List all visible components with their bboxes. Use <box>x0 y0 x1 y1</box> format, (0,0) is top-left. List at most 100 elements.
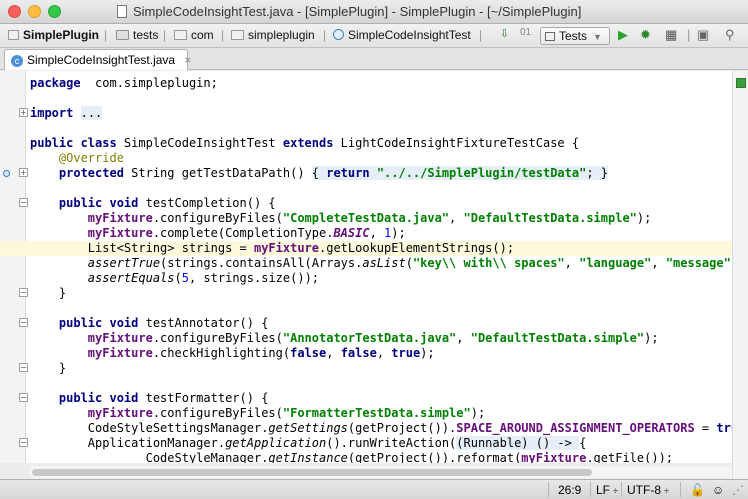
code-token: List<String> strings = <box>30 241 254 255</box>
code-token: @Override <box>30 151 124 165</box>
breadcrumb-project[interactable]: SimplePlugin <box>8 28 99 42</box>
code-line[interactable] <box>30 91 732 106</box>
code-token: ; } <box>586 166 609 180</box>
code-line[interactable]: public void testAnnotator() { <box>30 316 732 331</box>
close-window-button[interactable] <box>8 5 21 18</box>
debug-icon[interactable]: ✹ <box>640 27 651 43</box>
code-line[interactable] <box>30 376 732 391</box>
breadcrumb-project-label: SimplePlugin <box>23 28 100 42</box>
fold-collapse-icon[interactable]: − <box>19 198 28 207</box>
run-configuration-label: Tests <box>559 29 588 43</box>
code-line[interactable]: myFixture.checkHighlighting(false, false… <box>30 346 732 361</box>
encoding-select[interactable]: UTF-8 ÷ <box>627 483 669 497</box>
line-separator-label: LF <box>596 483 611 497</box>
scrollbar-thumb[interactable] <box>32 469 592 476</box>
code-token: testAnnotator() { <box>138 316 269 330</box>
code-token: , <box>369 226 385 240</box>
code-token: myFixture <box>253 241 319 255</box>
breadcrumb-tests[interactable]: tests <box>116 28 158 42</box>
horizontal-scrollbar[interactable] <box>30 466 732 478</box>
code-token: getApplication <box>225 436 327 450</box>
fold-collapse-icon[interactable]: − <box>19 318 28 327</box>
fold-collapse-icon[interactable]: − <box>19 288 28 297</box>
code-token: .configureByFiles( <box>152 406 283 420</box>
code-line[interactable]: @Override <box>30 151 732 166</box>
status-divider <box>680 482 681 497</box>
run-configuration-select[interactable]: Tests ▼ <box>540 27 610 45</box>
code-line[interactable]: package com.simpleplugin; <box>30 76 732 91</box>
code-line[interactable]: myFixture.configureByFiles("AnnotatorTes… <box>30 331 732 346</box>
code-token: testCompletion() { <box>138 196 276 210</box>
code-token: protected <box>30 166 124 180</box>
code-token: } <box>30 286 67 300</box>
code-token: "DefaultTestData.simple" <box>463 211 637 225</box>
code-line[interactable]: List<String> strings = myFixture.getLook… <box>0 241 732 256</box>
code-line[interactable]: public void testCompletion() { <box>30 196 732 211</box>
code-line[interactable]: public void testFormatter() { <box>30 391 732 406</box>
coverage-icon[interactable]: ▦ <box>665 27 677 43</box>
chevron-down-icon: ▼ <box>593 32 602 42</box>
code-line[interactable]: protected String getTestDataPath() { ret… <box>30 166 732 181</box>
code-token: .checkHighlighting( <box>152 346 291 360</box>
breadcrumb-com[interactable]: com <box>174 28 214 42</box>
status-divider <box>621 482 622 497</box>
minimize-window-button[interactable] <box>28 5 41 18</box>
run-icon[interactable]: ▶ <box>618 27 628 43</box>
fold-collapse-icon[interactable]: − <box>19 363 28 372</box>
code-token: myFixture <box>87 211 153 225</box>
search-icon[interactable]: ⚲ <box>725 27 735 43</box>
code-line[interactable]: } <box>30 361 732 376</box>
breadcrumb-separator: | <box>221 28 225 42</box>
code-line[interactable]: assertEquals(5, strings.size()); <box>30 271 732 286</box>
code-token: , <box>449 211 464 225</box>
breadcrumb-class[interactable]: SimpleCodeInsightTest <box>333 28 471 42</box>
code-line[interactable]: myFixture.complete(CompletionType.BASIC,… <box>30 226 732 241</box>
code-token: ().runWriteAction( <box>326 436 457 450</box>
line-separator[interactable]: LF ÷ <box>596 483 618 497</box>
code-line[interactable] <box>30 121 732 136</box>
code-line[interactable]: import ... <box>30 106 732 121</box>
code-line[interactable]: public class SimpleCodeInsightTest exten… <box>30 136 732 151</box>
sort-icon[interactable]: ⇩ <box>500 27 509 40</box>
code-line[interactable]: } <box>30 286 732 301</box>
zoom-window-button[interactable] <box>48 5 61 18</box>
fold-collapse-icon[interactable]: − <box>19 393 28 402</box>
breadcrumb-separator: | <box>104 28 108 42</box>
code-line[interactable]: CodeStyleSettingsManager.getSettings(get… <box>30 421 732 436</box>
code-line[interactable]: myFixture.configureByFiles("CompleteTest… <box>30 211 732 226</box>
code-token: asList <box>362 256 406 270</box>
code-line[interactable]: ApplicationManager.getApplication().runW… <box>30 436 732 451</box>
inspector-icon[interactable]: ☺ <box>712 483 724 497</box>
settings-icon[interactable]: ▣ <box>697 27 709 43</box>
code-line[interactable]: myFixture.configureByFiles("FormatterTes… <box>30 406 732 421</box>
inspection-ok-icon[interactable] <box>736 78 746 88</box>
code-line[interactable] <box>30 181 732 196</box>
code-line[interactable]: assertTrue(strings.containsAll(Arrays.as… <box>30 256 732 271</box>
breadcrumb-separator: | <box>479 28 483 42</box>
fold-collapse-icon[interactable]: − <box>19 438 28 447</box>
encoding-label: UTF-8 <box>627 483 661 497</box>
lock-icon[interactable]: 🔓 <box>690 483 705 497</box>
binary-icon[interactable]: 01 <box>520 27 531 38</box>
code-token: "key\\ with\\ spaces" <box>412 256 565 270</box>
fold-expand-icon[interactable]: + <box>19 168 28 177</box>
fold-expand-icon[interactable]: + <box>19 108 28 117</box>
breadcrumb-simpleplugin-label: simpleplugin <box>248 28 315 42</box>
caret-position[interactable]: 26:9 <box>558 483 581 497</box>
breadcrumb-simpleplugin[interactable]: simpleplugin <box>231 28 315 42</box>
tab-simplecodeinsighttest[interactable]: c SimpleCodeInsightTest.java × <box>4 49 191 70</box>
override-marker-icon[interactable] <box>3 170 10 177</box>
code-line[interactable] <box>30 301 732 316</box>
code-editor[interactable]: + + − − − − − − package com.simpleplugin… <box>0 71 732 463</box>
code-token: "../../SimplePlugin/testData" <box>376 166 587 180</box>
package-icon <box>174 30 187 40</box>
editor-tab-bar: c SimpleCodeInsightTest.java × <box>0 48 748 70</box>
test-config-icon <box>545 32 555 41</box>
close-tab-icon[interactable]: × <box>184 53 191 67</box>
class-icon <box>333 29 344 40</box>
code-line[interactable]: CodeStyleManager.getInstance(getProject(… <box>30 451 732 463</box>
package-icon <box>231 30 244 40</box>
code-token: (getProject()).reformat( <box>347 451 522 463</box>
